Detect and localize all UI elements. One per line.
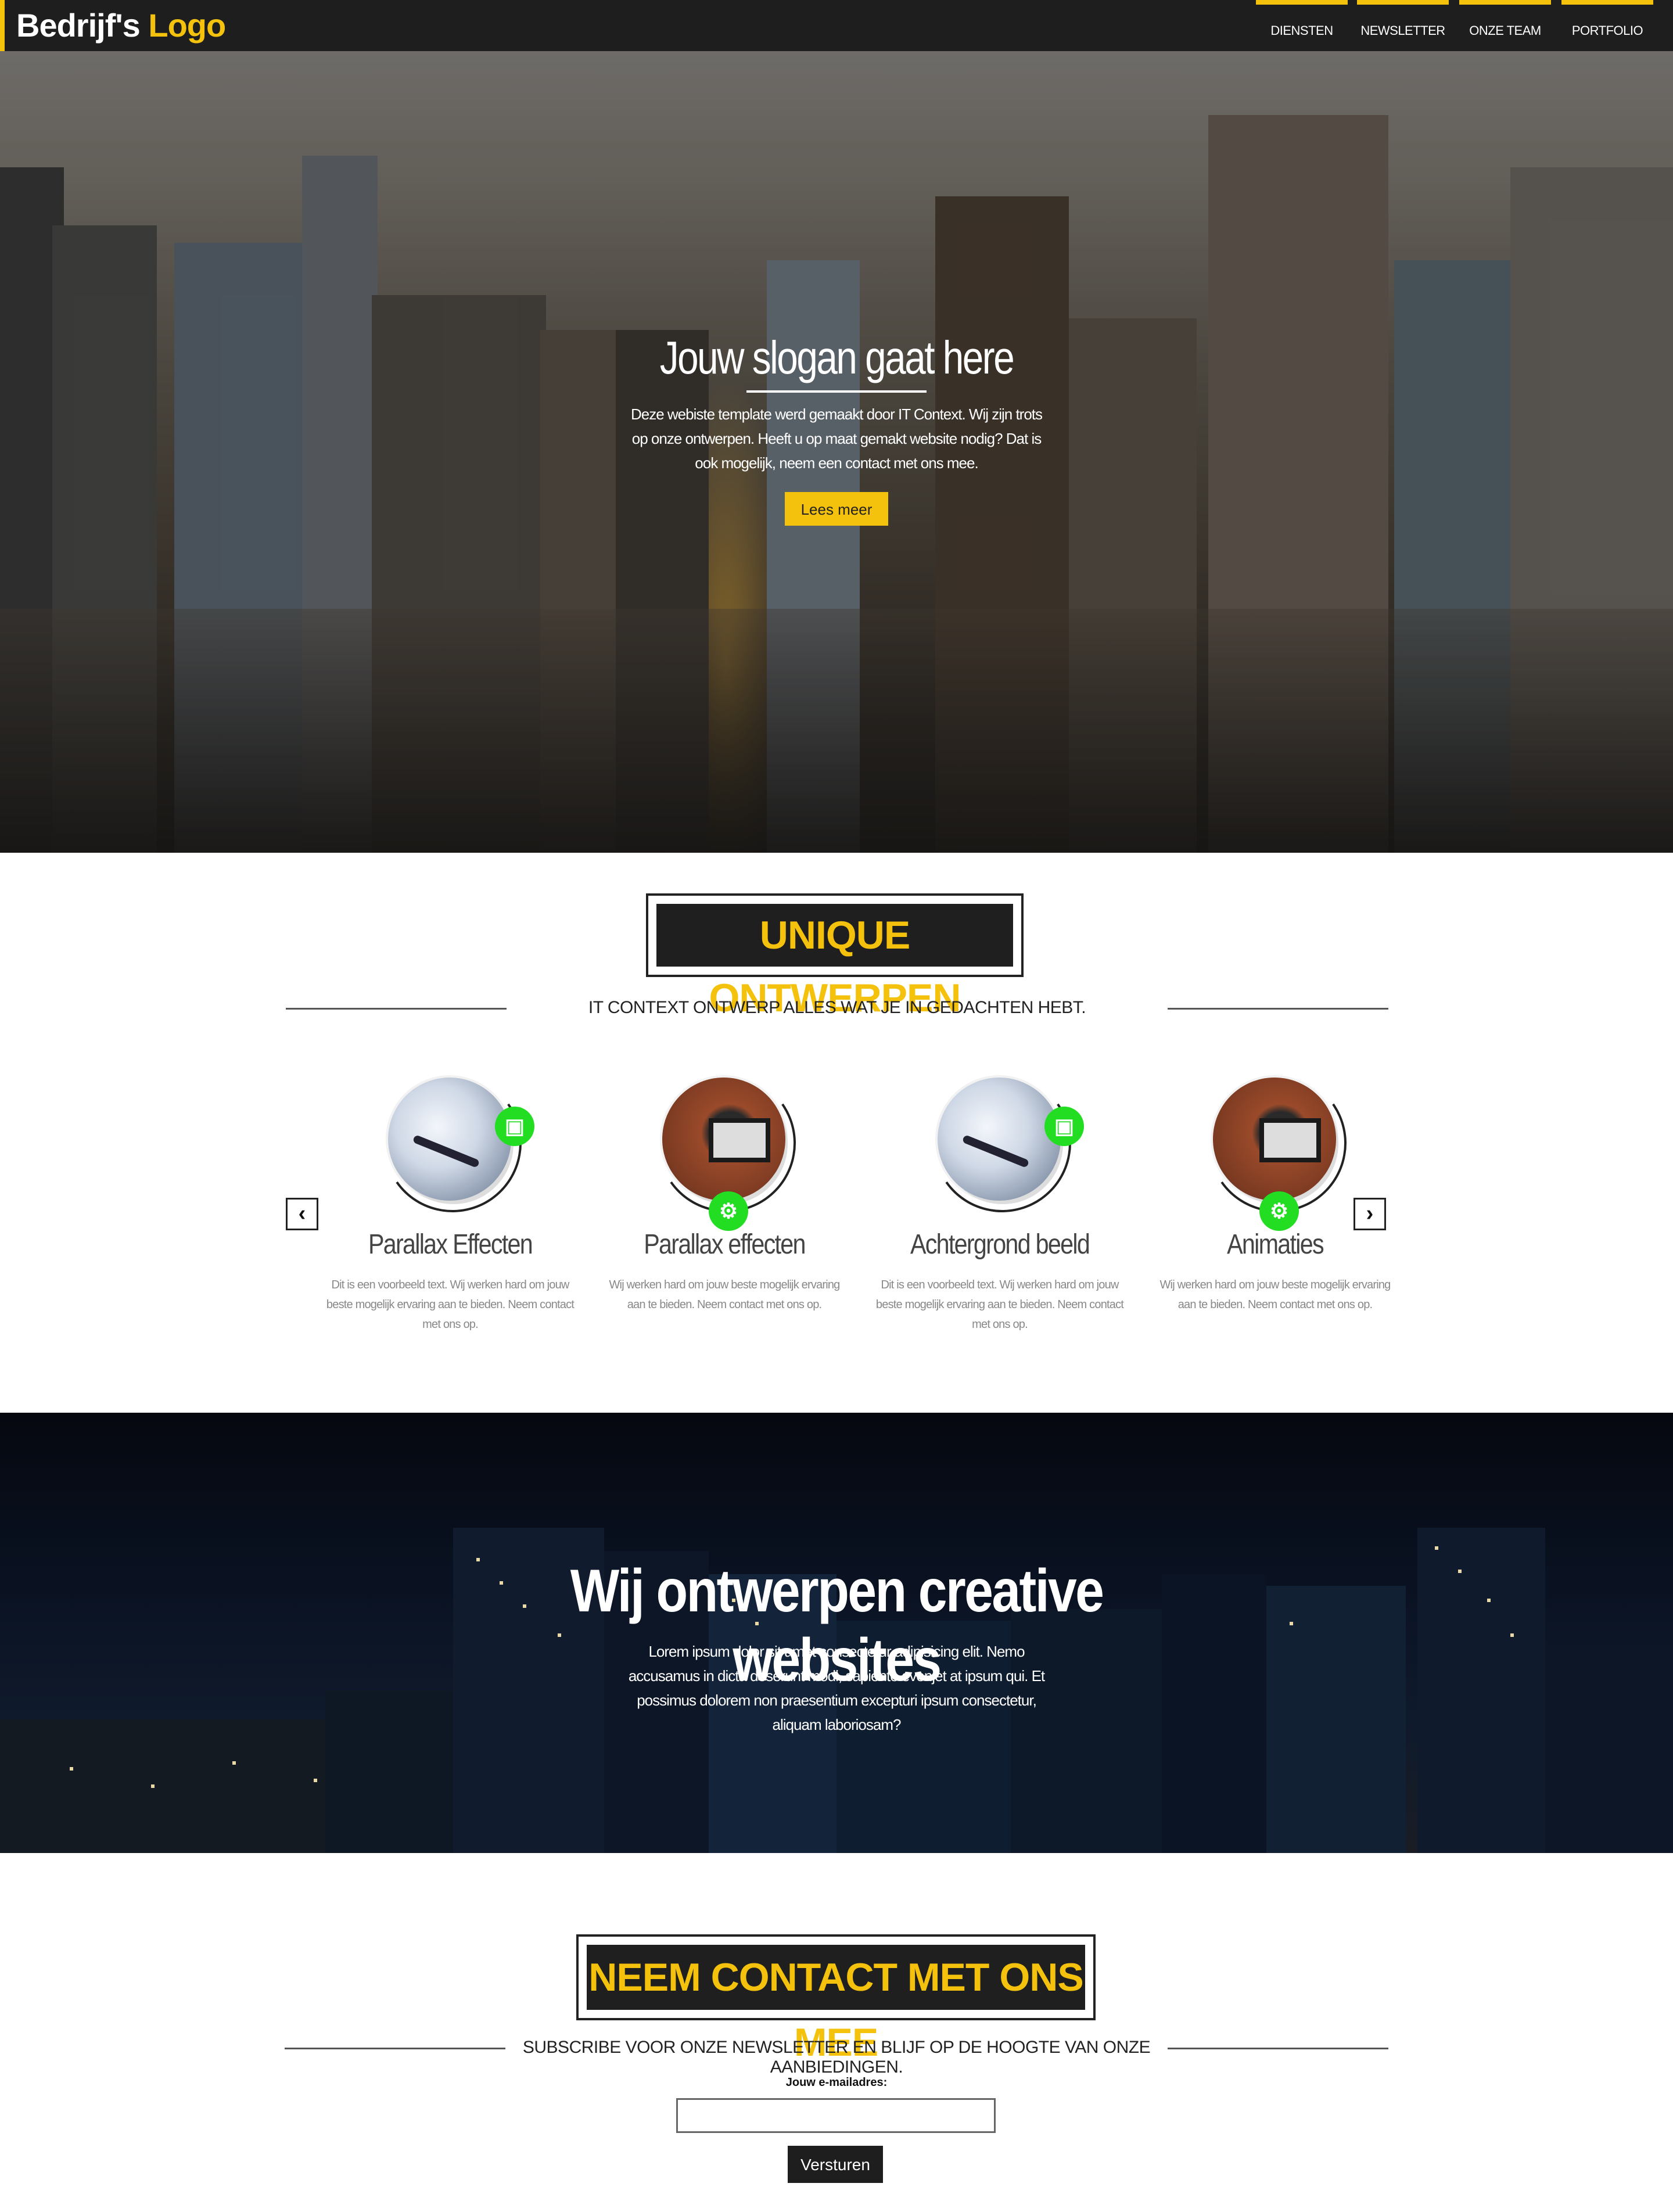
feature-card[interactable]: ⚙ Animaties Wij werken hard om jouw best… (1139, 1063, 1412, 1333)
contact-title: NEEM CONTACT MET ONS MEE (587, 1945, 1085, 2064)
card-text: Dit is een voorbeeld text. Wij werken ha… (875, 1279, 1124, 1331)
nav-item-diensten[interactable]: DIENSTEN (1256, 0, 1348, 51)
features-subtitle: IT CONTEXT ONTWERP ALLES WAT JE IN GEDAC… (588, 998, 1086, 1017)
navbar-accent (0, 0, 5, 51)
gears-icon: ⚙ (1259, 1191, 1299, 1231)
card-title: Parallax Effecten (368, 1229, 533, 1260)
nav-item-label: ONZE TEAM (1469, 23, 1541, 38)
nav-item-newsletter[interactable]: NEWSLETTER (1357, 0, 1449, 51)
card-image-desk (388, 1078, 511, 1201)
read-more-button[interactable]: Lees meer (785, 492, 888, 526)
hero-title: Jouw slogan gaat here (659, 332, 1015, 383)
card-image-laptop (662, 1078, 785, 1201)
nav-item-label: DIENSTEN (1270, 23, 1333, 38)
features-title: UNIQUE ONTWERPEN (656, 904, 1013, 1020)
image-icon: ▣ (1044, 1107, 1084, 1146)
image-icon: ▣ (495, 1107, 534, 1146)
card-text: Wij werken hard om jouw beste mogelijk e… (609, 1279, 840, 1311)
contact-title-frame: NEEM CONTACT MET ONS MEE (576, 1934, 1096, 2064)
card-image-laptop (1213, 1078, 1336, 1201)
chevron-left-icon: ‹ (298, 1201, 306, 1226)
nav-item-portfolio[interactable]: PORTFOLIO (1561, 0, 1653, 51)
card-image-desk (938, 1078, 1061, 1201)
feature-card[interactable]: ⚙ Parallax effecten Wij werken hard om j… (588, 1063, 861, 1333)
feature-card[interactable]: ▣ Parallax Effecten Dit is een voorbeeld… (314, 1063, 587, 1333)
divider-right (1168, 2048, 1388, 2049)
hero-title-underline (746, 390, 927, 393)
divider-right (1168, 1008, 1388, 1010)
divider-left (285, 2048, 505, 2049)
hero-text: Deze webiste template werd gemaakt door … (630, 405, 1043, 472)
banner-text: Lorem ipsum dolor sit amet consectetur a… (628, 1643, 1045, 1733)
nav-item-label: NEWSLETTER (1360, 23, 1445, 38)
email-input[interactable] (676, 2098, 996, 2133)
gears-icon: ⚙ (709, 1191, 748, 1231)
email-label: Jouw e-mailadres: (785, 2076, 888, 2089)
nav-item-onze-team[interactable]: ONZE TEAM (1459, 0, 1551, 51)
feature-card[interactable]: ▣ Achtergrond beeld Dit is een voorbeeld… (863, 1063, 1136, 1333)
divider-left (286, 1008, 507, 1010)
card-text: Wij werken hard om jouw beste mogelijk e… (1159, 1279, 1391, 1311)
nav-item-label: PORTFOLIO (1571, 23, 1643, 38)
logo-text-accent: Logo (148, 7, 226, 44)
logo-text-white: Bedrijf's (16, 7, 141, 44)
logo[interactable]: Bedrijf's Logo (16, 6, 226, 45)
submit-button[interactable]: Versturen (788, 2146, 883, 2183)
card-title: Animaties (1227, 1229, 1324, 1260)
contact-subtitle: SUBSCRIBE VOOR ONZE NEWSLETTER EN BLIJF … (522, 2038, 1151, 2077)
card-title: Achtergrond beeld (910, 1229, 1090, 1260)
features-title-frame: UNIQUE ONTWERPEN (646, 893, 1024, 1020)
card-text: Dit is een voorbeeld text. Wij werken ha… (326, 1279, 575, 1331)
card-title: Parallax effecten (644, 1229, 806, 1260)
